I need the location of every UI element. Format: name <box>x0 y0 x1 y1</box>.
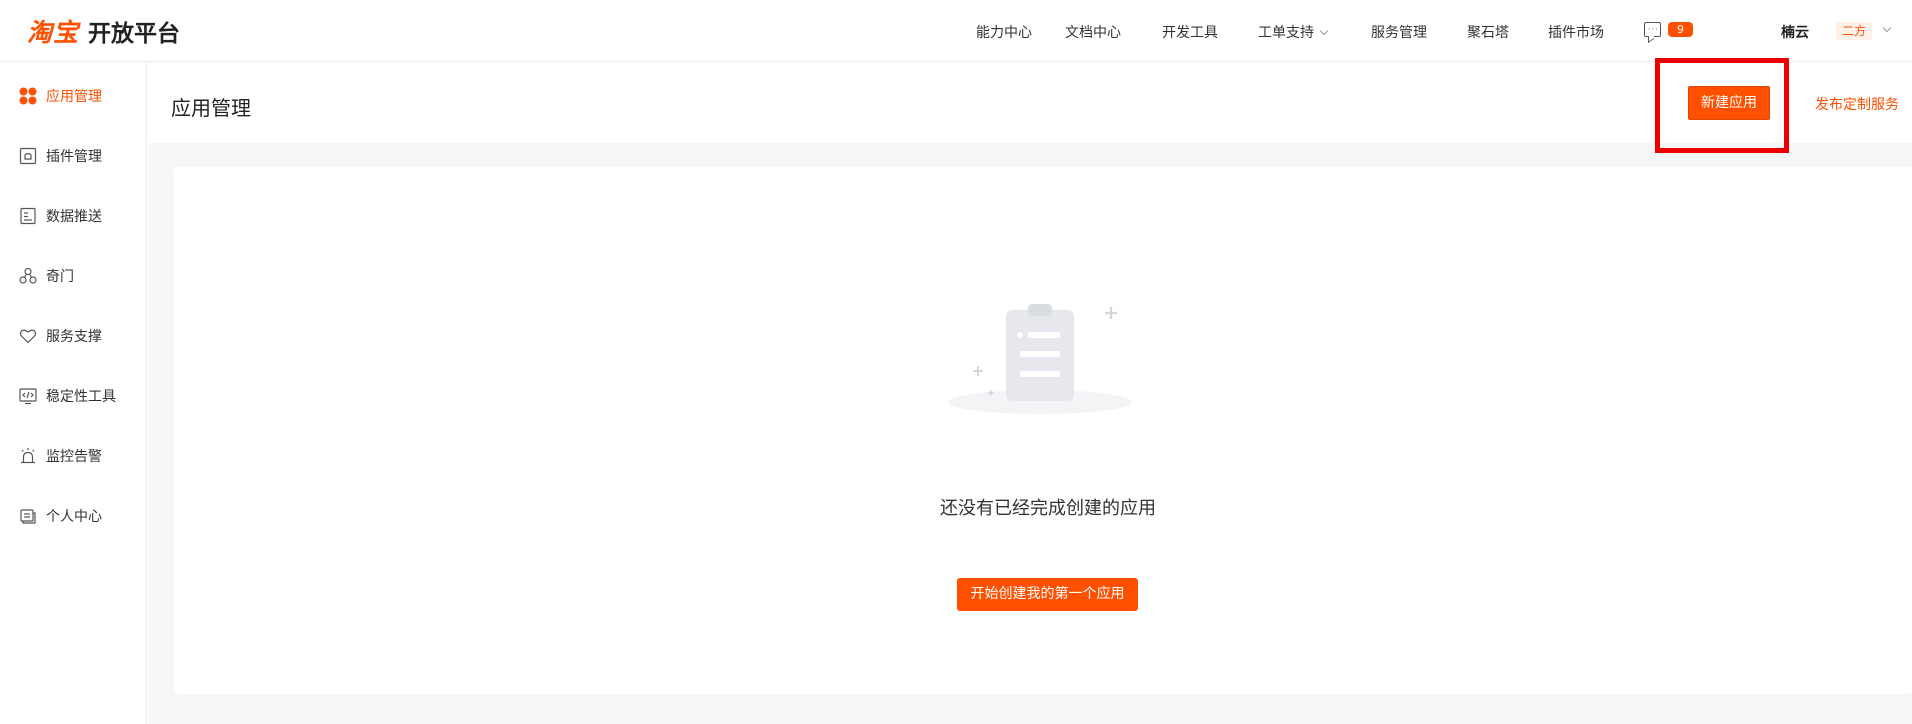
nav-item-dev-tools[interactable]: 开发工具 <box>1162 22 1218 42</box>
message-count-badge: 9 <box>1668 22 1693 37</box>
nav-item-label: 聚石塔 <box>1467 25 1509 41</box>
sidebar-item-qimen[interactable]: 奇门 <box>18 264 74 288</box>
nav-item-plugin-market[interactable]: 插件市场 <box>1548 22 1604 42</box>
user-name[interactable]: 楠云 <box>1781 22 1809 42</box>
message-icon: ··· <box>1644 22 1661 37</box>
publish-custom-service-link[interactable]: 发布定制服务 <box>1815 94 1899 114</box>
sidebar: 应用管理 插件管理 数据推送 奇门 服务支撑 稳定性工具 监控告警 个人中心 <box>0 62 147 724</box>
chevron-down-icon[interactable] <box>1882 23 1892 33</box>
nav-item-ticket-support[interactable]: 工单支持 <box>1258 22 1329 42</box>
sidebar-item-plugin-management[interactable]: 插件管理 <box>18 144 102 168</box>
top-navigation-bar: 淘宝 开放平台 能力中心 文档中心 开发工具 工单支持 服务管理 聚石塔 插件市… <box>0 0 1912 62</box>
nav-item-doc-center[interactable]: 文档中心 <box>1065 22 1121 42</box>
qimen-icon <box>18 266 38 286</box>
plugin-icon <box>18 146 38 166</box>
messages-button[interactable]: ··· 9 <box>1644 22 1693 37</box>
sidebar-item-label: 监控告警 <box>46 449 102 465</box>
sidebar-item-label: 稳定性工具 <box>46 389 116 405</box>
app-grid-icon <box>18 86 38 106</box>
nav-item-label: 工单支持 <box>1258 25 1314 41</box>
page-header <box>148 62 1912 143</box>
sidebar-item-label: 服务支撑 <box>46 329 102 345</box>
taobao-logo: 淘宝 <box>27 18 80 47</box>
sidebar-item-label: 个人中心 <box>46 509 102 525</box>
sidebar-item-label: 数据推送 <box>46 209 102 225</box>
nav-item-label: 插件市场 <box>1548 25 1604 41</box>
empty-clipboard-icon <box>948 304 1132 414</box>
new-app-button[interactable]: 新建应用 <box>1688 86 1770 120</box>
sidebar-item-label: 应用管理 <box>46 89 102 105</box>
sidebar-item-app-management[interactable]: 应用管理 <box>18 84 102 108</box>
nav-item-service-management[interactable]: 服务管理 <box>1371 22 1427 42</box>
platform-logo[interactable]: 淘宝 开放平台 <box>27 16 181 47</box>
nav-item-capability-center[interactable]: 能力中心 <box>976 22 1032 42</box>
nav-item-label: 服务管理 <box>1371 25 1427 41</box>
nav-item-label: 开发工具 <box>1162 25 1218 41</box>
sidebar-item-label: 奇门 <box>46 269 74 285</box>
chevron-down-icon <box>1319 26 1329 36</box>
role-tag: 二方 <box>1836 22 1873 40</box>
create-first-app-button[interactable]: 开始创建我的第一个应用 <box>957 578 1138 611</box>
sidebar-item-data-push[interactable]: 数据推送 <box>18 204 102 228</box>
nav-item-label: 文档中心 <box>1065 25 1121 41</box>
sidebar-item-label: 插件管理 <box>46 149 102 165</box>
nav-item-jushita[interactable]: 聚石塔 <box>1467 22 1509 42</box>
alarm-icon <box>18 446 38 466</box>
heart-icon <box>18 326 38 346</box>
sidebar-item-service-support[interactable]: 服务支撑 <box>18 324 102 348</box>
sidebar-item-stability-tools[interactable]: 稳定性工具 <box>18 384 116 408</box>
empty-state-message: 还没有已经完成创建的应用 <box>940 498 1156 519</box>
code-monitor-icon <box>18 386 38 406</box>
sidebar-item-personal-center[interactable]: 个人中心 <box>18 504 102 528</box>
page-title: 应用管理 <box>171 96 251 120</box>
platform-name: 开放平台 <box>88 21 181 47</box>
empty-state-card <box>174 167 1912 694</box>
sidebar-item-monitoring-alerts[interactable]: 监控告警 <box>18 444 102 468</box>
data-push-icon <box>18 206 38 226</box>
nav-item-label: 能力中心 <box>976 25 1032 41</box>
personal-center-icon <box>18 506 38 526</box>
